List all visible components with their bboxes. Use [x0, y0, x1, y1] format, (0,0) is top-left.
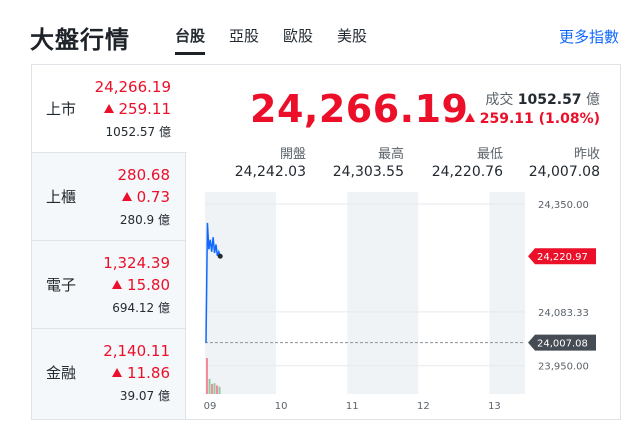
- sidebar-item-label: 上市: [46, 100, 77, 118]
- up-triangle-icon: [464, 113, 475, 122]
- index-change-value: 0.73: [136, 188, 170, 206]
- up-triangle-icon: [121, 192, 132, 201]
- stat-prev-close: 昨收 24,007.08: [510, 143, 600, 180]
- index-value: 280.68: [117, 166, 171, 184]
- stat-high: 最高 24,303.55: [314, 143, 404, 180]
- sidebar-item-otc[interactable]: 上櫃 280.68 0.73 280.9 億: [32, 153, 186, 241]
- page-header: 大盤行情 台股 亞股 歐股 美股 更多指數: [0, 0, 636, 62]
- main-change: 259.11 (1.08%): [464, 111, 600, 127]
- index-value: 24,266.19: [94, 78, 171, 96]
- index-value: 2,140.11: [103, 342, 170, 360]
- stat-value: 24,303.55: [332, 164, 404, 180]
- up-triangle-icon: [112, 280, 123, 289]
- index-change: 15.80: [112, 276, 170, 294]
- stat-low: 最低 24,220.76: [413, 143, 503, 180]
- market-panel: 上市 24,266.19 259.11 1052.57 億 上櫃 280.68 …: [31, 64, 621, 420]
- sidebar-item-label: 電子: [46, 276, 77, 294]
- index-change-value: 15.80: [127, 276, 170, 294]
- index-change: 259.11: [103, 100, 172, 118]
- stat-open: 開盤 24,242.03: [216, 143, 306, 180]
- stat-label: 最高: [377, 147, 404, 162]
- index-change-value: 259.11: [118, 100, 172, 118]
- index-change: 11.86: [112, 364, 170, 382]
- tab-taiwan[interactable]: 台股: [175, 25, 206, 55]
- stat-label: 最低: [476, 147, 503, 162]
- main-index-price: 24,266.19: [250, 87, 469, 131]
- tab-asia[interactable]: 亞股: [229, 25, 259, 55]
- index-volume: 694.12 億: [112, 301, 170, 315]
- up-triangle-icon: [103, 104, 114, 113]
- stat-value: 24,242.03: [234, 164, 306, 180]
- index-change-value: 11.86: [127, 364, 170, 382]
- trade-volume: 成交 1052.57 億: [485, 89, 600, 109]
- sidebar-item-twse[interactable]: 上市 24,266.19 259.11 1052.57 億: [32, 65, 187, 153]
- index-volume: 39.07 億: [119, 389, 170, 403]
- volume-value: 1052.57: [517, 92, 582, 108]
- tab-us[interactable]: 美股: [337, 25, 367, 55]
- stat-value: 24,007.08: [528, 164, 600, 180]
- page-title: 大盤行情: [30, 26, 130, 54]
- index-value: 1,324.39: [103, 254, 170, 272]
- sidebar-item-electronics[interactable]: 電子 1,324.39 15.80 694.12 億: [32, 241, 186, 329]
- sidebar-item-finance[interactable]: 金融 2,140.11 11.86 39.07 億: [32, 329, 186, 417]
- up-triangle-icon: [112, 368, 123, 377]
- more-indices-link[interactable]: 更多指數: [559, 26, 619, 47]
- market-tabs: 台股 亞股 歐股 美股: [175, 25, 391, 55]
- index-sidebar: 上市 24,266.19 259.11 1052.57 億 上櫃 280.68 …: [32, 65, 187, 419]
- main-change-value: 259.11 (1.08%): [479, 111, 600, 127]
- index-volume: 280.9 億: [119, 213, 170, 227]
- stat-value: 24,220.76: [431, 164, 503, 180]
- volume-label: 成交: [485, 92, 514, 108]
- stat-label: 昨收: [573, 147, 600, 162]
- sidebar-item-label: 上櫃: [46, 188, 77, 206]
- stat-label: 開盤: [279, 147, 306, 162]
- volume-unit: 億: [586, 92, 600, 108]
- tab-europe[interactable]: 歐股: [283, 25, 313, 55]
- sidebar-item-label: 金融: [46, 364, 77, 382]
- index-change: 0.73: [121, 188, 170, 206]
- index-volume: 1052.57 億: [105, 125, 171, 139]
